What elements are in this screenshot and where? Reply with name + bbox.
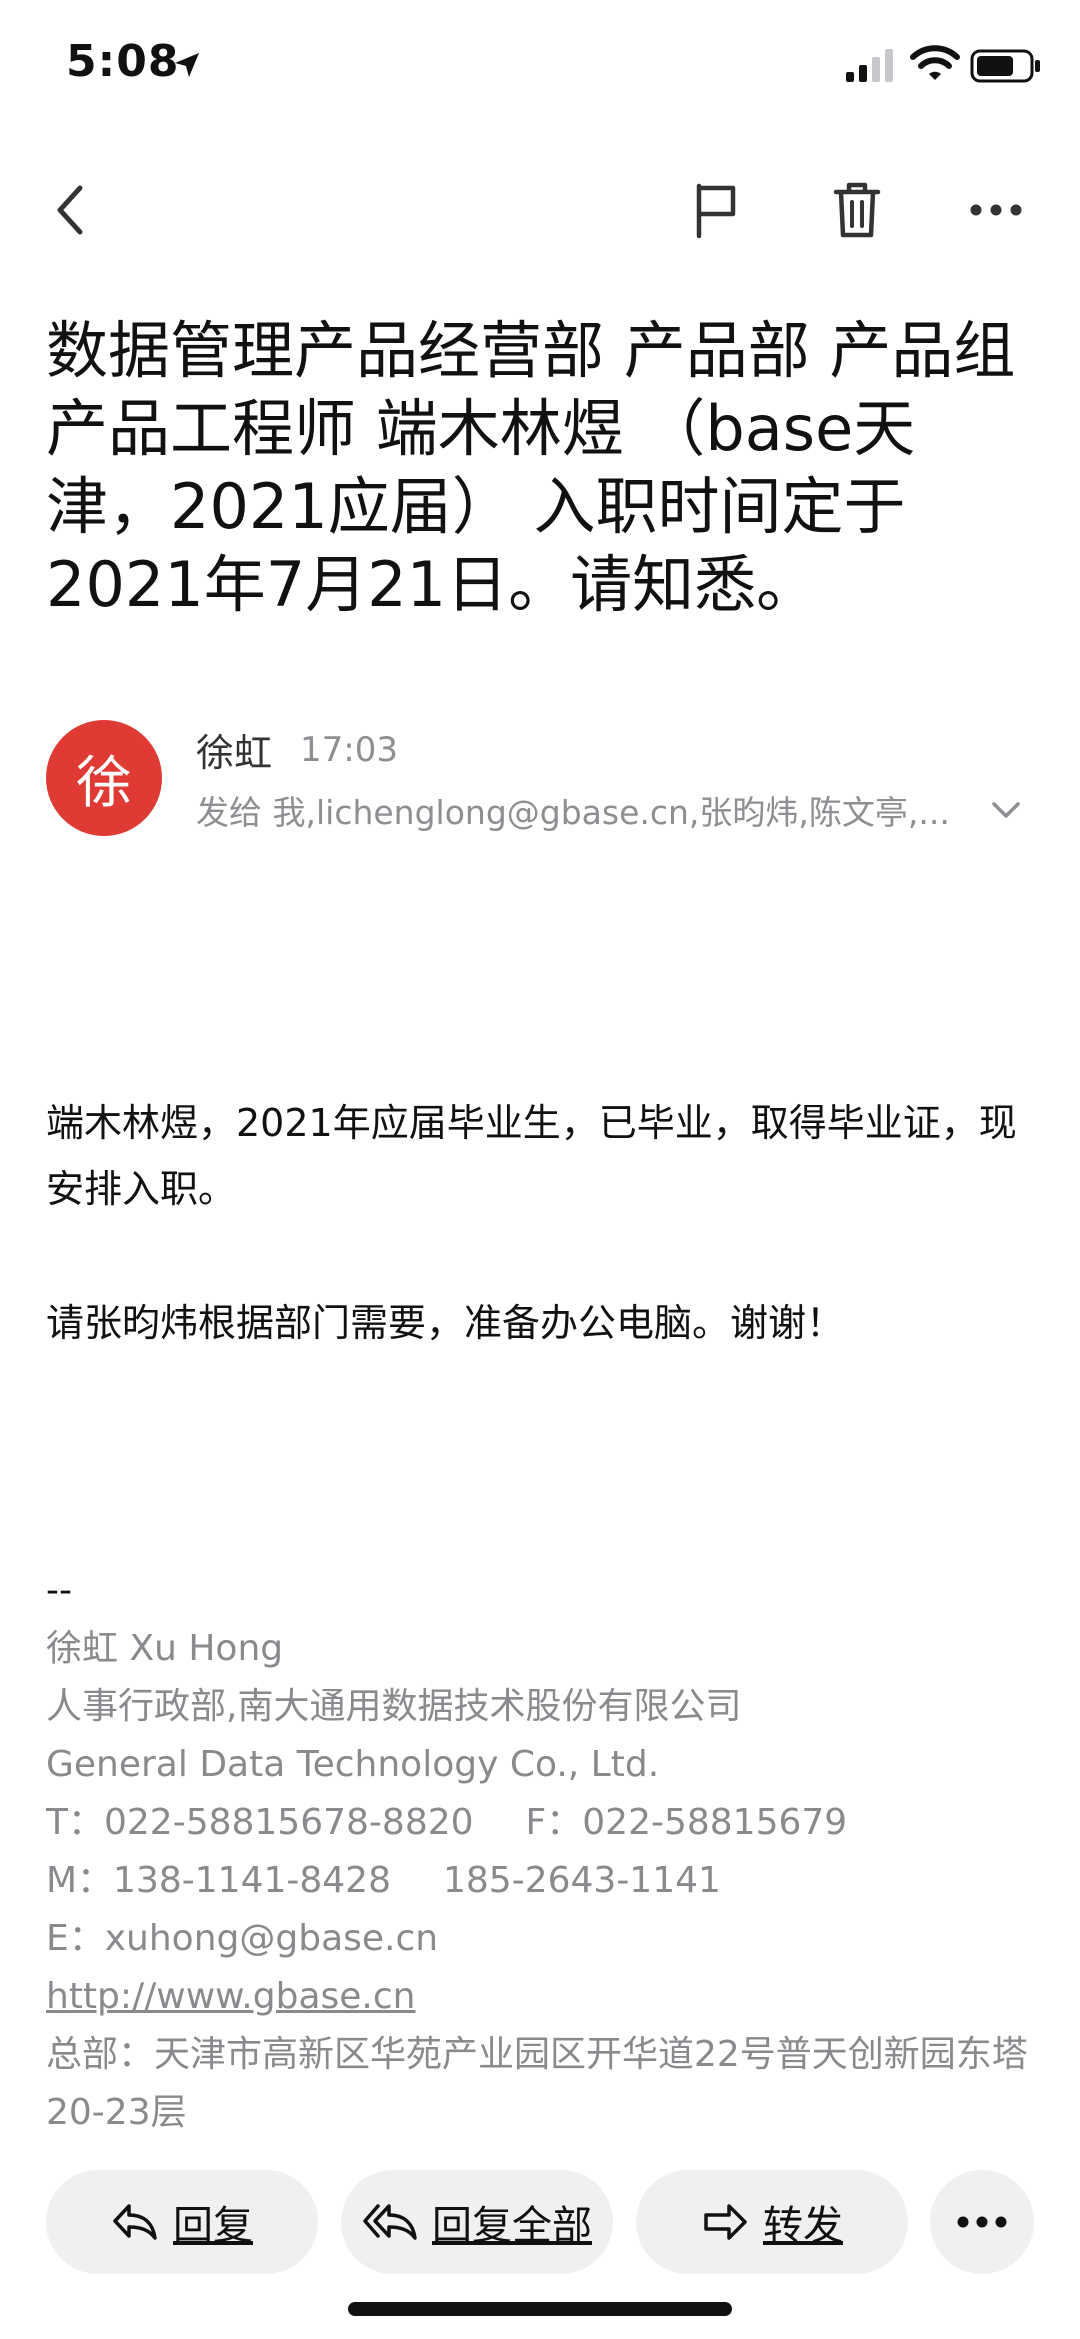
avatar[interactable]: 徐	[46, 720, 162, 836]
signature-tel[interactable]: T：022-58815678-8820	[46, 1802, 474, 1843]
more-icon	[957, 2216, 1007, 2228]
flag-button[interactable]	[676, 160, 756, 260]
recipients-line[interactable]: 发给 我,lichenglong@gbase.cn,张昀炜,陈文亭,...	[196, 786, 966, 834]
signature-mobile-2[interactable]: 185-2643-1141	[443, 1860, 721, 1901]
email-signature: -- 徐虹 Xu Hong 人事行政部,南大通用数据技术股份有限公司 Gener…	[46, 1562, 1046, 2142]
email-toolbar	[0, 160, 1080, 260]
flag-icon	[696, 183, 736, 239]
email-body-paragraph: 请张昀炜根据部门需要，准备办公电脑。谢谢！	[46, 1301, 845, 1345]
status-time: 5:08	[66, 36, 180, 87]
sender-name[interactable]: 徐虹	[196, 722, 272, 777]
reply-all-arrow-icon	[363, 2204, 417, 2240]
signature-phone-row: T：022-58815678-8820 F：022-58815679	[46, 1794, 1046, 1852]
reply-button[interactable]: 回复	[46, 2170, 318, 2274]
forward-arrow-icon	[704, 2204, 747, 2240]
back-chevron-icon	[57, 185, 83, 235]
signature-separator: --	[46, 1570, 72, 1611]
signature-email[interactable]: E：xuhong@gbase.cn	[46, 1910, 1046, 1968]
signature-address: 总部：天津市高新区华苑产业园区开华道22号普天创新园东塔20-23层	[46, 2034, 1028, 2133]
forward-button[interactable]: 转发	[636, 2170, 908, 2274]
forward-label: 转发	[763, 2203, 843, 2249]
signature-website-link[interactable]: http://www.gbase.cn	[46, 1968, 1046, 2026]
sent-time: 17:03	[300, 730, 398, 770]
signature-name: 徐虹 Xu Hong	[46, 1628, 284, 1669]
cellular-signal-icon	[846, 49, 893, 82]
wifi-icon	[910, 45, 960, 80]
home-indicator[interactable]	[348, 2302, 732, 2316]
more-options-button[interactable]	[956, 160, 1036, 260]
more-icon	[970, 204, 1022, 216]
signature-company: General Data Technology Co., Ltd.	[46, 1744, 660, 1785]
battery-icon	[970, 49, 1040, 83]
back-button[interactable]	[30, 160, 110, 260]
more-actions-button[interactable]	[930, 2170, 1034, 2274]
status-bar: 5:08	[0, 0, 1080, 120]
bottom-action-bar: 回复 回复全部 转发	[0, 2170, 1080, 2280]
email-body-paragraph: 端木林煜，2021年应届毕业生，已毕业，取得毕业证，现安排入职。	[46, 1101, 1017, 1211]
reply-label: 回复	[173, 2203, 253, 2249]
trash-icon	[833, 182, 881, 238]
reply-arrow-icon	[113, 2204, 157, 2240]
email-subject: 数据管理产品经营部 产品部 产品组 产品工程师 端木林煜 （base天津，202…	[46, 314, 1016, 621]
reply-all-label: 回复全部	[432, 2203, 592, 2249]
signature-department: 人事行政部,南大通用数据技术股份有限公司	[46, 1686, 742, 1727]
delete-button[interactable]	[817, 160, 897, 260]
location-arrow-icon	[175, 53, 199, 77]
chevron-down-icon[interactable]	[986, 790, 1026, 830]
signature-fax: F：022-58815679	[525, 1802, 848, 1843]
reply-all-button[interactable]: 回复全部	[341, 2170, 613, 2274]
signature-mobile-row: M：138-1141-8428 185-2643-1141	[46, 1852, 1046, 1910]
signature-mobile-1[interactable]: M：138-1141-8428	[46, 1860, 391, 1901]
